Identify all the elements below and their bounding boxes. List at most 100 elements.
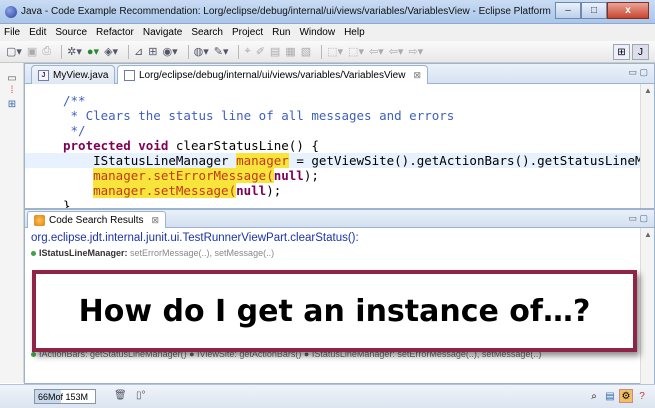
variable-occurrence: manager bbox=[236, 153, 289, 168]
type-name: IStatusLineManager bbox=[93, 153, 237, 168]
scroll-up-icon[interactable]: ▲ bbox=[644, 86, 652, 95]
minimize-button[interactable]: – bbox=[555, 2, 581, 19]
java-file-icon: J bbox=[38, 69, 49, 81]
maximize-button[interactable]: □ bbox=[581, 2, 607, 19]
debug-icon[interactable]: ✲▾ bbox=[67, 45, 82, 58]
editor-tab-bar: J MyView.java Lorg/eclipse/debug/interna… bbox=[25, 64, 654, 84]
code-area[interactable]: /** * Clears the status line of all mess… bbox=[25, 84, 654, 208]
menu-search[interactable]: Search bbox=[191, 27, 223, 38]
forward-icon[interactable]: ⇨▾ bbox=[408, 45, 423, 58]
last-edit-location-icon[interactable]: ⇦▾ bbox=[369, 45, 384, 58]
previous-annotation-icon[interactable]: ⬚▾ bbox=[348, 45, 364, 58]
menu-navigate[interactable]: Navigate bbox=[143, 27, 182, 38]
hierarchy-icon[interactable]: ⊞ bbox=[6, 99, 18, 111]
method-call: .setMessage( bbox=[145, 183, 237, 198]
result-type: IStatusLineManager: bbox=[39, 248, 128, 258]
code-line: manager.setMessage(null); bbox=[63, 183, 281, 198]
help-icon[interactable]: ? bbox=[635, 389, 649, 403]
window-title: Java - Code Example Recommendation: Lorg… bbox=[21, 6, 551, 17]
menu-source[interactable]: Source bbox=[55, 27, 87, 38]
scroll-up-icon[interactable]: ▲ bbox=[644, 230, 652, 239]
new-package-icon[interactable]: ⊞ bbox=[148, 45, 157, 58]
code-line: protected void clearStatusLine() { bbox=[63, 138, 319, 153]
tab-code-search-results[interactable]: Code Search Results ⊠ bbox=[27, 211, 167, 228]
new-icon[interactable]: ▢▾ bbox=[6, 45, 22, 58]
result-detail: IStatusLineManager: setErrorMessage(..),… bbox=[31, 248, 274, 258]
search-tool-icon[interactable]: ⌕ bbox=[587, 389, 601, 403]
print-icon[interactable]: ⎙ bbox=[42, 45, 51, 58]
menu-edit[interactable]: Edit bbox=[29, 27, 46, 38]
java-editor: J MyView.java Lorg/eclipse/debug/interna… bbox=[24, 63, 655, 209]
code-text: ); bbox=[266, 183, 282, 198]
next-annotation-icon[interactable]: ⬚▾ bbox=[327, 45, 343, 58]
question-callout: How do I get an instance of…? bbox=[32, 270, 637, 352]
code-line: } bbox=[63, 198, 71, 208]
open-perspective-icon[interactable]: ⊞ bbox=[613, 44, 630, 60]
search-results-icon bbox=[34, 214, 45, 226]
minimize-maximize-icon[interactable]: ▭ ▢ bbox=[628, 67, 648, 78]
tab-variablesview[interactable]: Lorg/eclipse/debug/internal/ui/views/var… bbox=[117, 65, 428, 84]
restore-icon[interactable]: ▭ bbox=[6, 73, 18, 85]
save-icon[interactable]: ▣ bbox=[27, 45, 37, 58]
open-type-icon[interactable]: ◍▾ bbox=[194, 45, 209, 58]
results-tab-bar: Code Search Results ⊠ ▭ ▢ bbox=[25, 210, 654, 228]
external-tools-icon[interactable]: ◈▾ bbox=[104, 45, 118, 58]
toolbar-separator bbox=[61, 44, 63, 59]
menu-file[interactable]: File bbox=[4, 27, 20, 38]
code-line: manager.setErrorMessage(null); bbox=[63, 168, 319, 183]
result-method-link[interactable]: org.eclipse.jdt.internal.junit.ui.TestRu… bbox=[31, 232, 359, 244]
editor-scrollbar[interactable]: ▲ bbox=[640, 84, 654, 208]
garbage-collect-icon[interactable]: 🗑 bbox=[114, 390, 127, 401]
green-dot-icon bbox=[31, 251, 36, 257]
code-text: ); bbox=[303, 168, 319, 183]
new-java-project-icon[interactable]: ⊿ bbox=[134, 45, 143, 58]
minimize-maximize-icon[interactable]: ▭ ▢ bbox=[628, 213, 648, 224]
callout-text: How do I get an instance of…? bbox=[78, 293, 591, 329]
method-call: .setErrorMessage( bbox=[145, 168, 274, 183]
menu-refactor[interactable]: Refactor bbox=[96, 27, 134, 38]
menu-project[interactable]: Project bbox=[232, 27, 263, 38]
annotation-icon[interactable]: ✐ bbox=[256, 45, 265, 58]
left-trim-bar: ▭ ⁞ ⊞ bbox=[0, 63, 24, 383]
toolbar-separator bbox=[238, 44, 240, 59]
run-icon[interactable]: ●▾ bbox=[87, 45, 99, 58]
java-perspective-icon[interactable]: J bbox=[632, 44, 649, 60]
code-line-current: IStatusLineManager manager = getViewSite… bbox=[25, 153, 654, 168]
fast-view-icon[interactable]: ▯° bbox=[136, 390, 146, 401]
window-controls: – □ x bbox=[555, 2, 649, 19]
tab-myview-java[interactable]: J MyView.java bbox=[31, 65, 116, 84]
close-button[interactable]: x bbox=[607, 2, 649, 19]
toolbar-separator bbox=[187, 44, 189, 59]
toggle-breadcrumb-icon[interactable]: ▧ bbox=[301, 45, 311, 58]
back-icon[interactable]: ⇦▾ bbox=[389, 45, 404, 58]
menu-run[interactable]: Run bbox=[272, 27, 290, 38]
code-line: /** bbox=[63, 93, 86, 108]
keyword: null bbox=[236, 183, 267, 198]
menu-window[interactable]: Window bbox=[299, 27, 335, 38]
toggle-mark-occurrences-icon[interactable]: ⌖ bbox=[244, 45, 250, 58]
heap-used: 66M bbox=[38, 391, 56, 402]
package-explorer-icon[interactable]: ⁞ bbox=[6, 85, 18, 97]
result-methods: setErrorMessage(..), setMessage(..) bbox=[130, 248, 275, 258]
tab-label: MyView.java bbox=[53, 69, 109, 81]
method-signature: clearStatusLine() { bbox=[175, 138, 319, 153]
class-file-icon bbox=[124, 69, 135, 81]
heap-status[interactable]: 66M of 153M bbox=[34, 389, 96, 404]
block-selection-icon[interactable]: ▦ bbox=[285, 45, 295, 58]
tasks-icon[interactable]: ▤ bbox=[603, 389, 617, 403]
toolbar-separator bbox=[128, 44, 130, 59]
keyword: null bbox=[273, 168, 304, 183]
menu-bar: File Edit Source Refactor Navigate Searc… bbox=[0, 24, 655, 41]
close-tab-icon[interactable]: ⊠ bbox=[413, 70, 421, 81]
menu-help[interactable]: Help bbox=[344, 27, 365, 38]
heap-total: of 153M bbox=[55, 391, 89, 402]
perspective-switcher: ⊞ J bbox=[611, 44, 649, 60]
code-line: */ bbox=[63, 123, 86, 138]
tab-label: Code Search Results bbox=[49, 214, 144, 226]
close-tab-icon[interactable]: ⊠ bbox=[152, 215, 160, 226]
search-icon[interactable]: ✎▾ bbox=[214, 45, 229, 58]
code-search-icon[interactable]: ⚙ bbox=[619, 389, 633, 403]
results-scrollbar[interactable]: ▲ bbox=[640, 228, 654, 385]
new-class-icon[interactable]: ◉▾ bbox=[162, 45, 177, 58]
show-whitespace-icon[interactable]: ▤ bbox=[270, 45, 280, 58]
